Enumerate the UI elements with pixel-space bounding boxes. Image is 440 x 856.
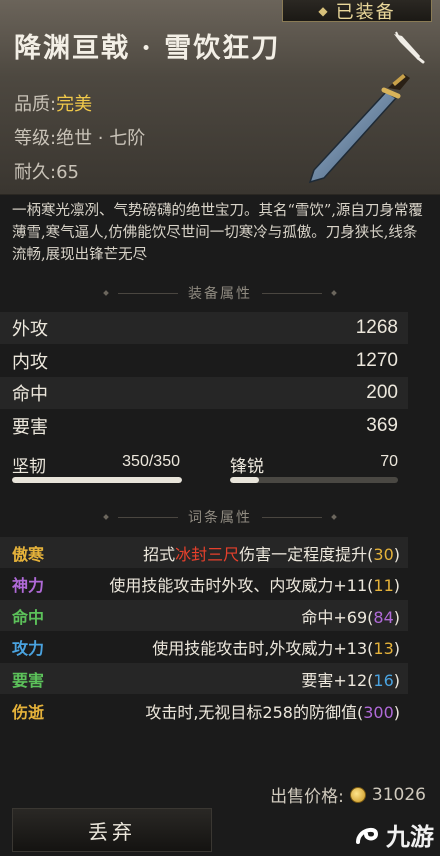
stat-label: 要害 — [12, 417, 48, 438]
sharpness-bar — [230, 477, 398, 483]
toughness-label: 坚韧 — [12, 457, 46, 477]
item-name: 降渊亘戟 · 雪饮狂刀 — [14, 33, 281, 64]
affix-label: 攻力 — [12, 638, 45, 658]
equipped-badge: ◆ 已装备 — [282, 0, 432, 23]
affix-description: 招式冰封三尺伤害一定程度提升(30) — [143, 541, 400, 565]
affix-label: 要害 — [12, 670, 45, 690]
affix-row: 要害 要害+12(16) — [0, 663, 408, 694]
stat-row: 要害 369 — [0, 410, 410, 442]
divider — [262, 516, 322, 518]
stat-label: 外攻 — [12, 319, 48, 340]
item-tooltip: ◆ 已装备 降渊亘戟 · 雪饮狂刀 品质:完美 等级:绝世 · 七阶 耐久:65 — [0, 0, 440, 856]
affix-label: 伤逝 — [12, 702, 45, 722]
divider — [118, 516, 178, 518]
durability-value: 65 — [56, 162, 79, 183]
affix-row: 伤逝 攻击时,无视目标258的防御值(300) — [0, 695, 408, 726]
affix-description: 使用技能攻击时外攻、内攻威力+11(11) — [109, 572, 400, 596]
divider — [118, 292, 178, 294]
affix-skill-name: 冰封三尺 — [175, 544, 240, 564]
watermark-text: 九游 — [386, 823, 434, 851]
quality-value: 完美 — [56, 94, 93, 115]
affix-max-value: 300 — [363, 702, 394, 722]
affix-max-value: 16 — [373, 670, 394, 690]
toughness-bar-fill — [12, 477, 182, 483]
affix-description: 要害+12(16) — [301, 667, 400, 691]
equipped-label: 已装备 — [335, 1, 396, 23]
stat-row: 命中 200 — [0, 377, 410, 409]
affix-attrs-title: 词条属性 — [188, 510, 252, 526]
affix-text: 要害+12( — [301, 670, 374, 690]
divider — [262, 292, 322, 294]
durability-line: 耐久:65 — [14, 158, 79, 184]
affix-row: 神力 使用技能攻击时外攻、内攻威力+11(11) — [0, 568, 408, 599]
affix-text: 伤害一定程度提升( — [239, 544, 374, 564]
quality-line: 品质:完美 — [14, 90, 92, 116]
stat-value: 1270 — [355, 350, 398, 371]
stat-value: 1268 — [355, 317, 398, 338]
affix-text: 使用技能攻击时外攻、内攻威力+11( — [109, 575, 374, 595]
affix-attrs-header: 词条属性 — [0, 504, 440, 530]
watermark: 九游 — [352, 817, 434, 852]
quality-label: 品质: — [14, 94, 57, 115]
jiuyou-logo-icon — [356, 827, 379, 844]
affix-max-value: 11 — [373, 575, 394, 595]
affix-label: 神力 — [12, 575, 45, 595]
toughness-value: 350/350 — [122, 453, 180, 470]
diamond-icon — [331, 514, 337, 520]
discard-button[interactable]: 丢弃 — [12, 808, 212, 852]
affix-text: ) — [393, 638, 400, 658]
affix-description: 使用技能攻击时,外攻威力+13(13) — [152, 635, 400, 659]
affix-description: 命中+69(84) — [301, 604, 400, 628]
affix-row: 命中 命中+69(84) — [0, 600, 408, 631]
stat-label: 内攻 — [12, 352, 48, 373]
sell-price: 出售价格: 31026 — [270, 782, 426, 808]
affix-label: 命中 — [12, 607, 45, 627]
stat-row: 外攻 1268 — [0, 312, 410, 344]
affix-text: 攻击时,无视目标258的防御值( — [145, 702, 364, 722]
price-value: 31026 — [371, 784, 426, 805]
sharpness-label: 锋锐 — [230, 457, 264, 477]
affix-max-value: 13 — [373, 638, 394, 658]
toughness-block: 坚韧 350/350 — [12, 452, 184, 488]
sharpness-value: 70 — [380, 453, 398, 470]
affix-max-value: 30 — [373, 544, 394, 564]
toughness-bar — [12, 477, 182, 483]
affix-label: 傲寒 — [12, 544, 45, 564]
affix-text: ) — [393, 575, 400, 595]
affix-max-value: 84 — [373, 607, 394, 627]
coin-icon — [349, 786, 366, 803]
affix-description: 攻击时,无视目标258的防御值(300) — [145, 699, 400, 723]
affix-text: ) — [393, 607, 400, 627]
grade-line: 等级:绝世 · 七阶 — [14, 124, 145, 150]
discard-label: 丢弃 — [88, 819, 136, 844]
diamond-icon — [103, 290, 109, 296]
affix-text: ) — [393, 544, 400, 564]
blade-icon — [394, 31, 425, 64]
diamond-icon — [103, 514, 109, 520]
sharpness-bar-fill — [230, 477, 259, 483]
affix-text: ) — [393, 670, 400, 690]
diamond-icon: ◆ — [318, 3, 330, 18]
item-header: ◆ 已装备 降渊亘戟 · 雪饮狂刀 品质:完美 等级:绝世 · 七阶 耐久:65 — [0, 0, 440, 195]
sharpness-block: 锋锐 70 — [230, 452, 400, 488]
affix-row: 攻力 使用技能攻击时,外攻威力+13(13) — [0, 631, 408, 662]
affix-text: 招式 — [143, 544, 176, 564]
stat-value: 200 — [366, 382, 398, 403]
price-label: 出售价格: — [270, 787, 344, 807]
grade-label: 等级: — [14, 128, 57, 149]
stat-value: 369 — [366, 415, 398, 436]
affix-text: 使用技能攻击时,外攻威力+13( — [152, 638, 374, 658]
affix-text: 命中+69( — [301, 607, 374, 627]
sword-icon — [308, 73, 410, 184]
equip-attrs-title: 装备属性 — [188, 286, 252, 302]
equip-attrs-header: 装备属性 — [0, 280, 440, 306]
affix-text: ) — [393, 702, 400, 722]
grade-value: 绝世 · 七阶 — [56, 128, 146, 149]
diamond-icon — [331, 290, 337, 296]
item-description: 一柄寒光凛冽、气势磅礴的绝世宝刀。其名“雪饮”,源自刀身常覆薄雪,寒气逼人,仿佛… — [12, 203, 423, 263]
stat-row: 内攻 1270 — [0, 345, 410, 377]
durability-label: 耐久: — [14, 162, 57, 183]
stat-label: 命中 — [12, 384, 48, 405]
affix-row: 傲寒 招式冰封三尺伤害一定程度提升(30) — [0, 537, 408, 568]
